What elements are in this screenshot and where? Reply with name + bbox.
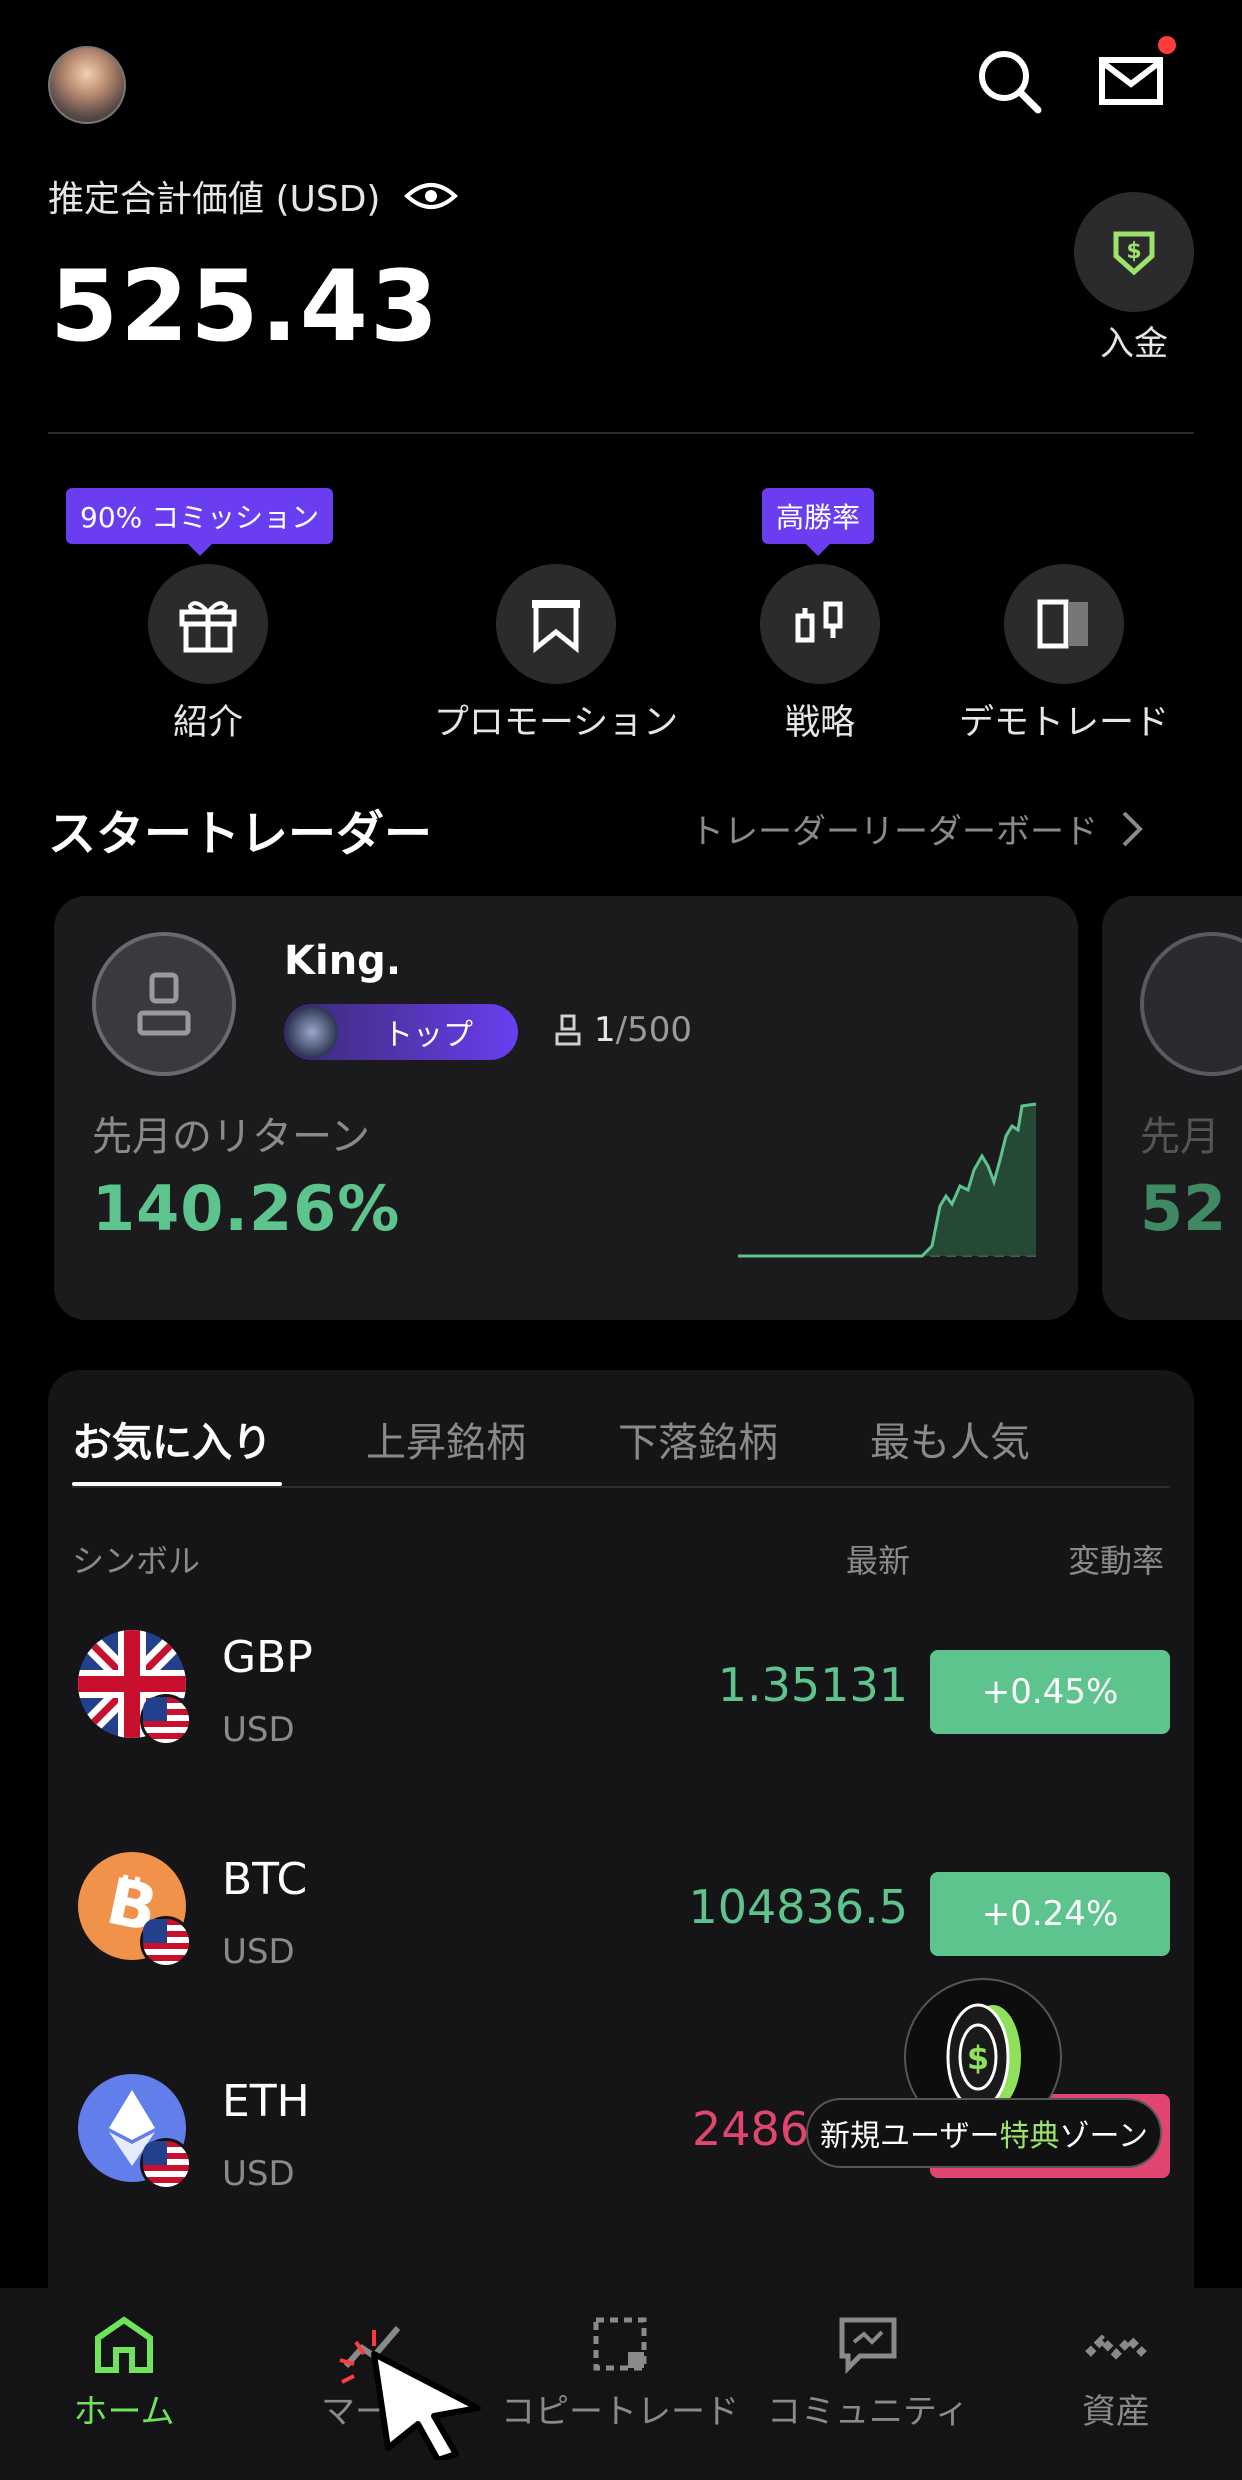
quote-currency: USD	[222, 1710, 295, 1750]
gift-icon	[179, 601, 237, 653]
latest-price: 2486	[692, 2102, 810, 2156]
total-label-text: 推定合計価値 (USD)	[48, 179, 381, 220]
strategy-label: 戦略	[784, 703, 855, 743]
latest-price: 104836.5	[688, 1880, 909, 1934]
trader-name: King.	[284, 938, 402, 984]
active-tab-underline	[72, 1482, 282, 1486]
badge-coin-icon	[286, 1006, 338, 1058]
quote-currency: USD	[222, 1932, 295, 1972]
top-badge: トップ	[284, 1004, 518, 1060]
followers-max: /500	[615, 1010, 692, 1050]
tab-rule	[72, 1486, 1170, 1488]
table-row[interactable]: B BTC USD 104836.5 +0.24%	[48, 1842, 1194, 2012]
follower-count: 1/500	[554, 1010, 692, 1050]
candlestick-icon	[795, 601, 843, 643]
promo-text-before: 新規ユーザー	[820, 2119, 1000, 2154]
return-label: 先月	[1140, 1114, 1220, 1160]
demo-trade-label: デモトレード	[958, 703, 1169, 743]
dollar-shield-icon: $	[1113, 231, 1155, 276]
us-flag-icon	[140, 1694, 192, 1746]
trader-avatar	[92, 932, 236, 1076]
nav-community[interactable]: コミュニティ	[744, 2314, 992, 2433]
notification-dot	[1158, 36, 1176, 54]
promo-text-after: ゾーン	[1059, 2119, 1148, 2154]
tab-favorites[interactable]: お気に入り	[72, 1410, 272, 1468]
trader-card-next[interactable]: 先月 52	[1102, 896, 1242, 1320]
tab-gainers[interactable]: 上昇銘柄	[366, 1410, 526, 1468]
column-latest: 最新	[846, 1542, 911, 1580]
followers-current: 1	[594, 1010, 616, 1050]
column-change: 変動率	[1068, 1542, 1165, 1580]
table-row[interactable]: GBP USD 1.35131 +0.45%	[48, 1620, 1194, 1790]
promotion-button[interactable]	[496, 564, 616, 684]
banner-icon	[532, 600, 580, 654]
promotion-label: プロモーション	[433, 703, 679, 743]
nav-home[interactable]: ホーム	[0, 2314, 248, 2433]
trader-card[interactable]: King. トップ 1/500 先月のリターン 140.26%	[54, 896, 1078, 1320]
tab-popular[interactable]: 最も人気	[870, 1410, 1030, 1468]
us-flag-icon	[140, 2138, 192, 2190]
star-traders-title: スタートレーダー	[48, 806, 433, 862]
copy-trade-icon	[593, 2317, 647, 2371]
leaderboard-link[interactable]: トレーダーリーダーボード	[690, 804, 1144, 853]
chevron-right-icon	[1122, 811, 1143, 846]
leaderboard-link-label: トレーダーリーダーボード	[690, 812, 1098, 852]
demo-trade-button[interactable]	[1004, 564, 1124, 684]
home-icon	[95, 2316, 153, 2373]
deposit-button[interactable]: $	[1074, 192, 1194, 312]
return-sparkline	[738, 1102, 1037, 1258]
divider	[48, 432, 1194, 434]
quote-currency: USD	[222, 2154, 295, 2194]
total-value-label: 推定合計価値 (USD)	[48, 170, 459, 222]
symbol-name: ETH	[222, 2076, 310, 2127]
community-icon	[839, 2317, 897, 2374]
strategy-button[interactable]	[760, 564, 880, 684]
new-user-promo-pill[interactable]: 新規ユーザー 特典 ゾーン	[806, 2098, 1162, 2168]
svg-text:$: $	[967, 2039, 989, 2077]
latest-price: 1.35131	[717, 1658, 908, 1712]
demo-icon	[1037, 599, 1088, 649]
mail-icon[interactable]	[1094, 42, 1174, 122]
trader-avatar	[1140, 932, 1242, 1076]
svg-text:$: $	[1126, 239, 1141, 264]
return-value: 52	[1140, 1172, 1227, 1245]
symbol-name: GBP	[222, 1632, 313, 1683]
top-badge-label: トップ	[383, 1018, 473, 1053]
user-icon	[137, 972, 191, 1036]
return-label: 先月のリターン	[92, 1114, 370, 1160]
nav-assets-label: 資産	[1082, 2392, 1150, 2432]
total-value: 525.43	[50, 250, 441, 364]
eye-icon[interactable]	[404, 179, 459, 213]
person-icon	[555, 1014, 581, 1046]
change-badge: +0.24%	[930, 1872, 1170, 1956]
search-icon[interactable]	[970, 42, 1050, 122]
nav-copy-trade[interactable]: コピートレード	[496, 2314, 744, 2433]
column-symbol: シンボル	[72, 1542, 201, 1580]
us-flag-icon	[140, 1916, 192, 1968]
promo-text-highlight: 特典	[999, 2119, 1060, 2154]
mouse-cursor-icon	[339, 2330, 481, 2460]
referral-label: 紹介	[172, 703, 243, 743]
tab-losers[interactable]: 下落銘柄	[618, 1410, 778, 1468]
nav-community-label: コミュニティ	[767, 2392, 969, 2432]
referral-button[interactable]	[148, 564, 268, 684]
referral-tooltip: 90% コミッション	[66, 488, 334, 556]
bottom-nav: ホーム マーケ コピートレード コミュニティ 資産	[0, 2288, 1242, 2480]
change-badge: +0.45%	[930, 1650, 1170, 1734]
deposit-label: 入金	[1100, 324, 1168, 364]
nav-assets[interactable]: 資産	[992, 2314, 1240, 2433]
symbol-name: BTC	[222, 1854, 308, 1905]
nav-home-label: ホーム	[73, 2392, 175, 2432]
profile-avatar[interactable]	[48, 46, 126, 124]
strategy-tooltip: 高勝率	[762, 488, 875, 556]
return-value: 140.26%	[92, 1172, 401, 1245]
nav-copy-trade-label: コピートレード	[501, 2392, 739, 2432]
assets-icon	[1085, 2334, 1147, 2360]
